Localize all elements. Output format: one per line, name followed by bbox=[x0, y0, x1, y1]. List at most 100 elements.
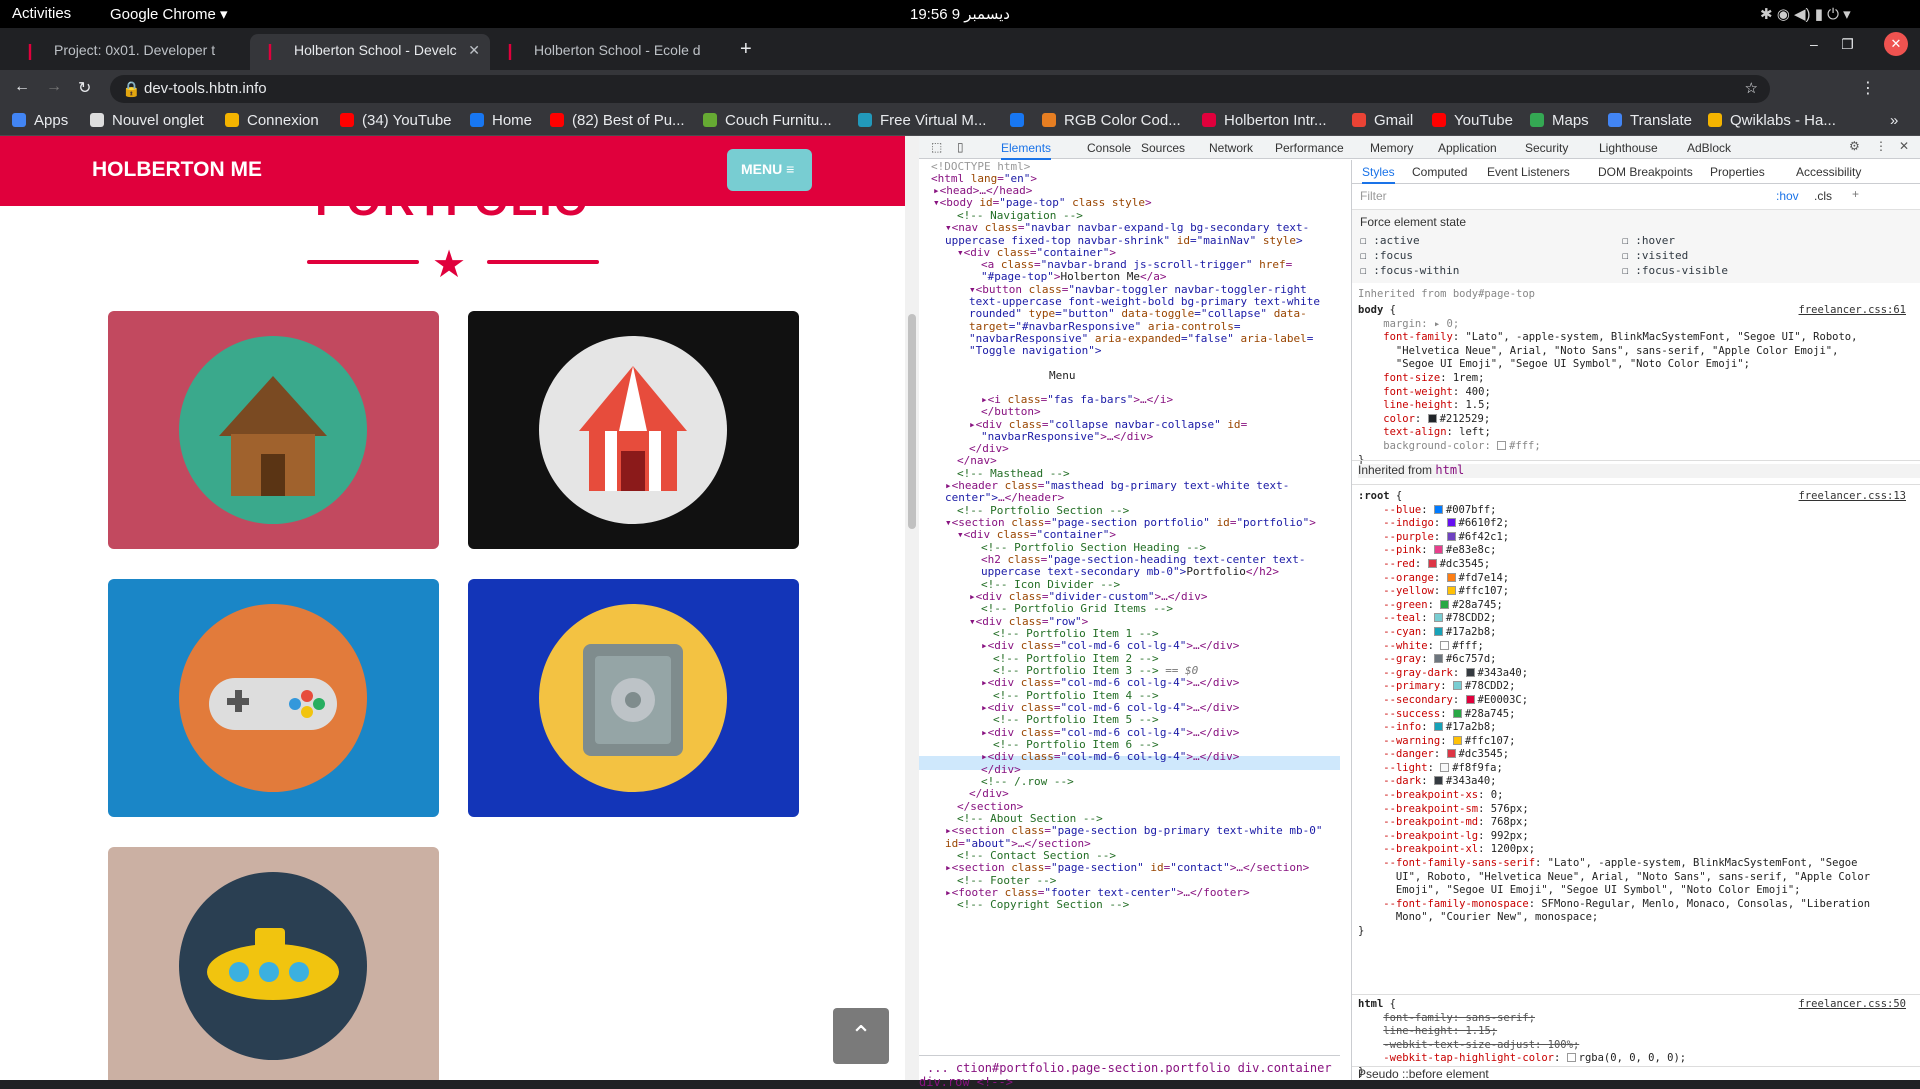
bookmark-star-icon[interactable]: ☆ bbox=[1745, 79, 1758, 97]
tab-application[interactable]: Application bbox=[1438, 141, 1497, 155]
body-rule[interactable]: body { margin: ▸ 0; font-family: "Lato",… bbox=[1358, 304, 1857, 467]
state-focus-checkbox[interactable]: ☐ :focus bbox=[1360, 249, 1413, 262]
tab-security[interactable]: Security bbox=[1525, 141, 1568, 155]
bookmark-item[interactable]: Free Virtual M... bbox=[858, 112, 986, 129]
dom-breadcrumb[interactable]: ... ction#portfolio.page-section.portfol… bbox=[919, 1055, 1340, 1089]
device-toolbar-icon[interactable]: ▯ bbox=[957, 140, 964, 154]
inspect-element-icon[interactable]: ⬚ bbox=[931, 140, 942, 154]
navbar-brand[interactable]: HOLBERTON ME bbox=[92, 158, 262, 182]
bookmark-item[interactable]: Qwiklabs - Ha... bbox=[1708, 112, 1836, 129]
tab-label: Project: 0x01. Developer t bbox=[54, 42, 216, 58]
state-focus-within-checkbox[interactable]: ☐ :focus-within bbox=[1360, 264, 1459, 277]
window-controls[interactable]: – ❐ bbox=[1810, 36, 1854, 53]
holberton-favicon-icon bbox=[508, 44, 512, 60]
bookmark-item[interactable]: Home bbox=[470, 112, 532, 129]
bookmark-item[interactable]: RGB Color Cod... bbox=[1042, 112, 1181, 129]
tab-console[interactable]: Console bbox=[1087, 141, 1131, 155]
menu-toggle-button[interactable]: MENU ≡ bbox=[727, 149, 812, 191]
subtab-properties[interactable]: Properties bbox=[1710, 165, 1765, 179]
state-label: :focus-visible bbox=[1635, 264, 1728, 277]
tab-holberton-ecole[interactable]: Holberton School - Ecole d bbox=[490, 34, 730, 70]
bookmark-item[interactable]: Translate bbox=[1608, 112, 1692, 129]
subtab-event-listeners[interactable]: Event Listeners bbox=[1487, 165, 1570, 179]
subtab-styles[interactable]: Styles bbox=[1362, 165, 1395, 184]
tab-lighthouse[interactable]: Lighthouse bbox=[1599, 141, 1658, 155]
close-devtools-icon[interactable]: ✕ bbox=[1899, 139, 1909, 153]
tab-elements[interactable]: Elements bbox=[1001, 141, 1052, 160]
bookmark-item[interactable]: YouTube bbox=[1432, 112, 1513, 129]
state-label: :focus bbox=[1373, 249, 1413, 262]
chrome-menu-icon[interactable]: ⋮ bbox=[1860, 78, 1876, 98]
scrollbar-thumb[interactable] bbox=[908, 314, 916, 529]
portfolio-item-4[interactable] bbox=[468, 579, 799, 817]
subtab-computed[interactable]: Computed bbox=[1412, 165, 1467, 179]
bookmark-item[interactable]: Couch Furnitu... bbox=[703, 112, 832, 129]
url-text: dev-tools.hbtn.info bbox=[144, 80, 267, 97]
cls-toggle[interactable]: .cls bbox=[1814, 189, 1832, 203]
state-label: :focus-within bbox=[1373, 264, 1460, 277]
elements-tree[interactable]: <!DOCTYPE html> <html lang="en"> ▸<head>… bbox=[919, 160, 1340, 1055]
tab-project[interactable]: Project: 0x01. Developer t bbox=[10, 34, 250, 70]
bookmark-item[interactable]: Connexion bbox=[225, 112, 319, 129]
new-tab-button[interactable]: + bbox=[740, 38, 752, 61]
activities-button[interactable]: Activities bbox=[12, 5, 71, 22]
bookmark-item[interactable]: Nouvel onglet bbox=[90, 112, 204, 129]
tab-label: Holberton School - Ecole d bbox=[534, 42, 701, 58]
subtab-dom-breakpoints[interactable]: DOM Breakpoints bbox=[1598, 165, 1693, 179]
close-window-button[interactable]: ✕ bbox=[1884, 32, 1908, 56]
bookmark-item[interactable]: Holberton Intr... bbox=[1202, 112, 1327, 129]
clock[interactable]: 19:56 ديسمبر 9 bbox=[910, 5, 1010, 23]
tab-strip: Project: 0x01. Developer t Holberton Sch… bbox=[0, 28, 1920, 70]
reload-icon[interactable]: ↻ bbox=[78, 78, 91, 98]
styles-filter-input[interactable]: Filter :hov .cls + bbox=[1352, 184, 1920, 210]
settings-gear-icon[interactable]: ⚙ bbox=[1849, 139, 1860, 153]
new-rule-icon[interactable]: + bbox=[1852, 187, 1859, 201]
bookmark-item[interactable] bbox=[1010, 112, 1032, 129]
source-link[interactable]: freelancer.css:50 bbox=[1799, 998, 1906, 1010]
portfolio-item-3[interactable] bbox=[108, 579, 439, 817]
page-scrollbar[interactable] bbox=[905, 136, 919, 1080]
tab-holberton-dev[interactable]: Holberton School - Develc ✕ bbox=[250, 34, 490, 70]
close-tab-icon[interactable]: ✕ bbox=[468, 42, 480, 59]
system-top-bar: Activities Google Chrome ▾ 19:56 ديسمبر … bbox=[0, 0, 1920, 28]
bookmark-item[interactable]: Gmail bbox=[1352, 112, 1413, 129]
tab-network[interactable]: Network bbox=[1209, 141, 1253, 155]
breadcrumb-path[interactable]: ... ction#portfolio.page-section.portfol… bbox=[919, 1061, 1332, 1089]
state-active-checkbox[interactable]: ☐ :active bbox=[1360, 234, 1420, 247]
force-state-title: Force element state bbox=[1360, 215, 1467, 229]
state-hover-checkbox[interactable]: ☐ :hover bbox=[1622, 234, 1675, 247]
state-label: :hover bbox=[1635, 234, 1675, 247]
hov-toggle[interactable]: :hov bbox=[1776, 189, 1799, 203]
back-icon[interactable]: ← bbox=[14, 78, 30, 96]
circus-tent-icon bbox=[539, 336, 727, 524]
portfolio-item-1[interactable] bbox=[108, 311, 439, 549]
bookmark-apps[interactable]: Apps bbox=[12, 112, 68, 129]
portfolio-item-2[interactable] bbox=[468, 311, 799, 549]
game-controller-icon bbox=[179, 604, 367, 792]
root-rule[interactable]: :root { --blue: #007bff; --indigo: #6610… bbox=[1358, 490, 1870, 939]
devtools-panel: ⬚ ▯ Elements Console Sources Network Per… bbox=[919, 136, 1920, 1089]
holberton-favicon-icon bbox=[28, 44, 32, 60]
tab-memory[interactable]: Memory bbox=[1370, 141, 1413, 155]
tab-sources[interactable]: Sources bbox=[1141, 141, 1185, 155]
subtab-accessibility[interactable]: Accessibility bbox=[1796, 165, 1861, 179]
chrome-app-menu[interactable]: Google Chrome ▾ bbox=[110, 5, 228, 23]
url-input[interactable]: 🔒 dev-tools.hbtn.info ☆ bbox=[110, 75, 1770, 103]
more-bookmarks-icon[interactable]: » bbox=[1890, 112, 1898, 129]
source-link[interactable]: freelancer.css:61 bbox=[1799, 304, 1906, 316]
tab-adblock[interactable]: AdBlock bbox=[1687, 141, 1731, 155]
scroll-to-top-button[interactable]: ⌃ bbox=[833, 1008, 889, 1064]
styles-subtabs: Styles Computed Event Listeners DOM Brea… bbox=[1352, 160, 1920, 184]
tray-icons[interactable]: ✱ ◉ ◀) ▮ ⏻ ▾ bbox=[1760, 5, 1851, 23]
state-focus-visible-checkbox[interactable]: ☐ :focus-visible bbox=[1622, 264, 1728, 277]
bookmark-item[interactable]: Maps bbox=[1530, 112, 1589, 129]
tab-performance[interactable]: Performance bbox=[1275, 141, 1344, 155]
bookmark-item[interactable]: (82) Best of Pu... bbox=[550, 112, 685, 129]
bookmark-item[interactable]: (34) YouTube bbox=[340, 112, 452, 129]
source-link[interactable]: freelancer.css:13 bbox=[1799, 490, 1906, 502]
more-options-icon[interactable]: ⋮ bbox=[1875, 139, 1887, 153]
portfolio-item-5[interactable] bbox=[108, 847, 439, 1080]
styles-pane: Styles Computed Event Listeners DOM Brea… bbox=[1351, 160, 1920, 1080]
state-visited-checkbox[interactable]: ☐ :visited bbox=[1622, 249, 1688, 262]
forward-icon[interactable]: → bbox=[46, 78, 62, 96]
